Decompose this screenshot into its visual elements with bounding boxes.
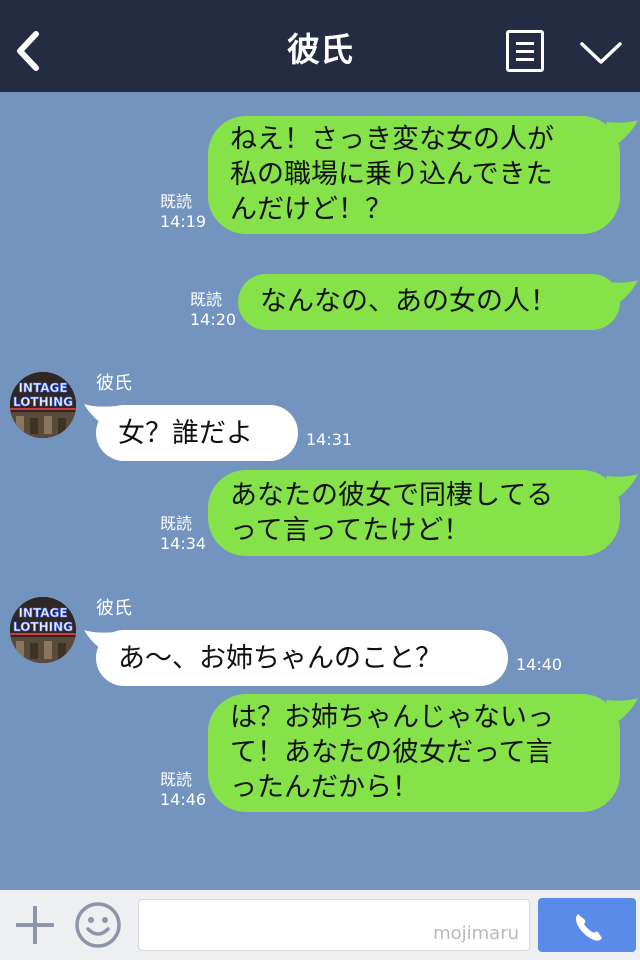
- avatar-text: LOTHING: [13, 620, 73, 634]
- smiley-icon: [75, 902, 121, 948]
- notes-button[interactable]: [506, 30, 544, 72]
- message-time: 14:34: [160, 534, 207, 553]
- message-time: 14:40: [516, 655, 563, 674]
- message-meta: 既読 14:34: [160, 514, 206, 554]
- message-line: ねえ！さっき変な女の人が: [230, 124, 554, 155]
- message-line: て！あなたの彼女だって言: [230, 737, 553, 768]
- message-meta: 既読 14:20: [190, 290, 236, 330]
- avatar-text: INTAGE: [18, 606, 67, 620]
- read-receipt: 既読: [160, 770, 193, 789]
- read-receipt: 既読: [160, 192, 193, 211]
- avatar-image: INTAGE LOTHING: [10, 372, 76, 438]
- emoji-button[interactable]: [73, 900, 123, 950]
- message-bubble[interactable]: 女？誰だよ: [96, 405, 298, 461]
- message-line: は？お姉ちゃんじゃないっ: [230, 702, 554, 733]
- message-time: 14:31: [306, 430, 353, 449]
- chat-header: 彼氏: [0, 0, 640, 92]
- chevron-down-icon: [580, 42, 622, 64]
- bubble-tail: [606, 698, 638, 724]
- message-line: 女？誰だよ: [118, 418, 253, 449]
- input-bar: mojimaru: [0, 890, 640, 960]
- message-bubble[interactable]: あ〜、お姉ちゃんのこと？: [96, 630, 508, 686]
- message-line: あ〜、お姉ちゃんのこと？: [118, 643, 442, 674]
- sender-name: 彼氏: [96, 598, 132, 619]
- message-input[interactable]: mojimaru: [138, 899, 530, 951]
- message-line: って言ってたけど！: [230, 515, 471, 546]
- plus-icon: [16, 906, 54, 944]
- avatar-text: INTAGE: [18, 381, 67, 395]
- phone-icon: [576, 914, 602, 941]
- watermark: mojimaru: [433, 923, 519, 944]
- sender-name: 彼氏: [96, 373, 132, 394]
- add-attachment-button[interactable]: [12, 902, 58, 948]
- read-receipt: 既読: [160, 514, 193, 533]
- message-bubble[interactable]: は？お姉ちゃんじゃないっ て！あなたの彼女だって言 ったんだから！: [208, 694, 620, 812]
- more-options-button[interactable]: [578, 36, 624, 70]
- message-line: んだけど！？: [230, 194, 392, 225]
- message-bubble[interactable]: なんなの、あの女の人！: [238, 274, 620, 330]
- message-line: あなたの彼女で同棲してる: [230, 480, 554, 511]
- message-line: ったんだから！: [230, 772, 419, 803]
- avatar-text: LOTHING: [13, 395, 73, 409]
- call-button[interactable]: [538, 898, 636, 952]
- read-receipt: 既読: [190, 290, 223, 309]
- message-bubble[interactable]: あなたの彼女で同棲してる って言ってたけど！: [208, 470, 620, 556]
- message-bubble[interactable]: ねえ！さっき変な女の人が 私の職場に乗り込んできた んだけど！？: [208, 116, 620, 234]
- bubble-tail: [606, 280, 638, 306]
- bubble-tail: [606, 120, 638, 146]
- avatar[interactable]: INTAGE LOTHING: [10, 597, 76, 663]
- message-time: 14:20: [190, 310, 237, 329]
- chat-title: 彼氏: [287, 30, 353, 69]
- message-line: なんなの、あの女の人！: [260, 286, 557, 317]
- message-line: 私の職場に乗り込んできた: [230, 159, 553, 190]
- avatar-image: INTAGE LOTHING: [10, 597, 76, 663]
- message-time: 14:19: [160, 212, 207, 231]
- message-time: 14:46: [160, 790, 207, 809]
- bubble-tail: [606, 474, 638, 500]
- avatar[interactable]: INTAGE LOTHING: [10, 372, 76, 438]
- message-meta: 既読 14:19: [160, 192, 206, 232]
- message-meta: 既読 14:46: [160, 770, 206, 810]
